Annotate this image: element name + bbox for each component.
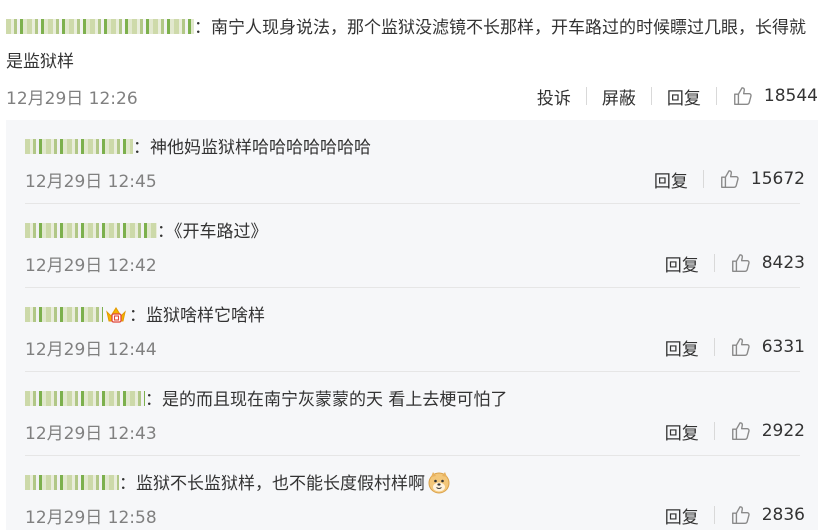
comment-thread: ：南宁人现身说法，那个监狱没滤镜不长那样，开车路过的时候瞟过几眼，长得就是监狱样… bbox=[0, 0, 818, 530]
reply-text: 监狱不长监狱样，也不能长度假村样啊 bbox=[136, 474, 425, 494]
divider bbox=[702, 170, 704, 188]
reply-item: ：神他妈监狱样哈哈哈哈哈哈哈 12月29日 12:45 回复 15672 bbox=[6, 120, 818, 202]
reply-button[interactable]: 回复 bbox=[665, 503, 699, 528]
divider bbox=[713, 338, 715, 356]
reply-item: ：监狱啥样它啥样 12月29日 12:44 回复 6331 bbox=[6, 288, 818, 370]
colon: ： bbox=[129, 306, 146, 326]
reply-button[interactable]: 回复 bbox=[665, 251, 699, 276]
like-button[interactable]: 2836 bbox=[730, 504, 805, 526]
username-pixelated[interactable] bbox=[6, 19, 194, 34]
divider bbox=[715, 87, 717, 105]
reply-text: 是的而且现在南宁灰蒙蒙的天 看上去梗可怕了 bbox=[162, 390, 508, 410]
reply-item: ：监狱不长监狱样，也不能长度假村样啊 12月29日 12:58 回复 2836 bbox=[6, 456, 818, 530]
reply-time: 12月29日 12:58 bbox=[25, 508, 157, 528]
colon: ： bbox=[194, 18, 211, 38]
crown-emoji-icon bbox=[105, 304, 127, 324]
like-count: 8423 bbox=[761, 253, 805, 273]
comment-time: 12月29日 12:26 bbox=[6, 89, 138, 109]
reply-time: 12月29日 12:45 bbox=[25, 172, 157, 192]
divider bbox=[713, 254, 715, 272]
reply-text: 监狱啥样它啥样 bbox=[146, 306, 265, 326]
username-pixelated[interactable] bbox=[25, 139, 133, 154]
like-count: 2836 bbox=[761, 505, 805, 525]
like-button[interactable]: 6331 bbox=[730, 336, 805, 358]
colon: ： bbox=[145, 390, 162, 410]
divider bbox=[585, 87, 587, 105]
divider bbox=[650, 87, 652, 105]
colon: ： bbox=[133, 138, 150, 158]
thumbs-up-icon bbox=[720, 170, 739, 188]
reply-button[interactable]: 回复 bbox=[665, 419, 699, 444]
reply-actions: 回复 6331 bbox=[665, 335, 805, 360]
divider bbox=[713, 422, 715, 440]
like-count: 6331 bbox=[761, 337, 805, 357]
thumbs-up-icon bbox=[733, 87, 752, 105]
reply-meta: 12月29日 12:58 回复 2836 bbox=[25, 503, 805, 529]
reply-time: 12月29日 12:44 bbox=[25, 340, 157, 360]
like-button[interactable]: 15672 bbox=[719, 168, 805, 190]
reply-time: 12月29日 12:42 bbox=[25, 256, 157, 276]
reply-meta: 12月29日 12:44 回复 6331 bbox=[25, 335, 805, 361]
thumbs-up-icon bbox=[731, 254, 750, 272]
thumbs-up-icon bbox=[731, 422, 750, 440]
reply-button[interactable]: 回复 bbox=[654, 167, 688, 192]
like-button[interactable]: 18544 bbox=[732, 85, 818, 107]
reply-actions: 回复 15672 bbox=[654, 167, 805, 192]
reply-text: 《开车路过》 bbox=[174, 222, 268, 242]
reply-actions: 回复 8423 bbox=[665, 251, 805, 276]
reply-item: ：是的而且现在南宁灰蒙蒙的天 看上去梗可怕了 12月29日 12:43 回复 2… bbox=[6, 372, 818, 454]
like-count: 18544 bbox=[763, 86, 818, 106]
divider bbox=[713, 506, 715, 524]
doge-emoji-icon bbox=[427, 470, 451, 494]
reply-meta: 12月29日 12:43 回复 2922 bbox=[25, 419, 805, 445]
main-comment: ：南宁人现身说法，那个监狱没滤镜不长那样，开车路过的时候瞟过几眼，长得就是监狱样… bbox=[0, 0, 818, 118]
reply-item: ：《开车路过》 12月29日 12:42 回复 8423 bbox=[6, 204, 818, 286]
like-count: 15672 bbox=[750, 169, 805, 189]
username-pixelated[interactable] bbox=[25, 223, 157, 238]
reply-button[interactable]: 回复 bbox=[667, 84, 701, 109]
reply-meta: 12月29日 12:45 回复 15672 bbox=[25, 167, 805, 193]
block-button[interactable]: 屏蔽 bbox=[602, 84, 636, 109]
main-comment-meta: 12月29日 12:26 投诉 屏蔽 回复 18544 bbox=[0, 84, 818, 110]
reply-text: 神他妈监狱样哈哈哈哈哈哈哈 bbox=[150, 138, 371, 158]
thumbs-up-icon bbox=[731, 338, 750, 356]
reply-meta: 12月29日 12:42 回复 8423 bbox=[25, 251, 805, 277]
like-button[interactable]: 2922 bbox=[730, 420, 805, 442]
like-button[interactable]: 8423 bbox=[730, 252, 805, 274]
reply-button[interactable]: 回复 bbox=[665, 335, 699, 360]
username-pixelated[interactable] bbox=[25, 307, 103, 322]
thumbs-up-icon bbox=[731, 506, 750, 524]
report-button[interactable]: 投诉 bbox=[537, 84, 571, 109]
reply-time: 12月29日 12:43 bbox=[25, 424, 157, 444]
like-count: 2922 bbox=[761, 421, 805, 441]
colon: ： bbox=[157, 222, 174, 242]
colon: ： bbox=[119, 474, 136, 494]
reply-list: ：神他妈监狱样哈哈哈哈哈哈哈 12月29日 12:45 回复 15672 ：《开… bbox=[6, 120, 818, 530]
username-pixelated[interactable] bbox=[25, 475, 119, 490]
comment-actions: 投诉 屏蔽 回复 18544 bbox=[537, 84, 818, 109]
username-pixelated[interactable] bbox=[25, 391, 145, 406]
reply-actions: 回复 2922 bbox=[665, 419, 805, 444]
reply-actions: 回复 2836 bbox=[665, 503, 805, 528]
